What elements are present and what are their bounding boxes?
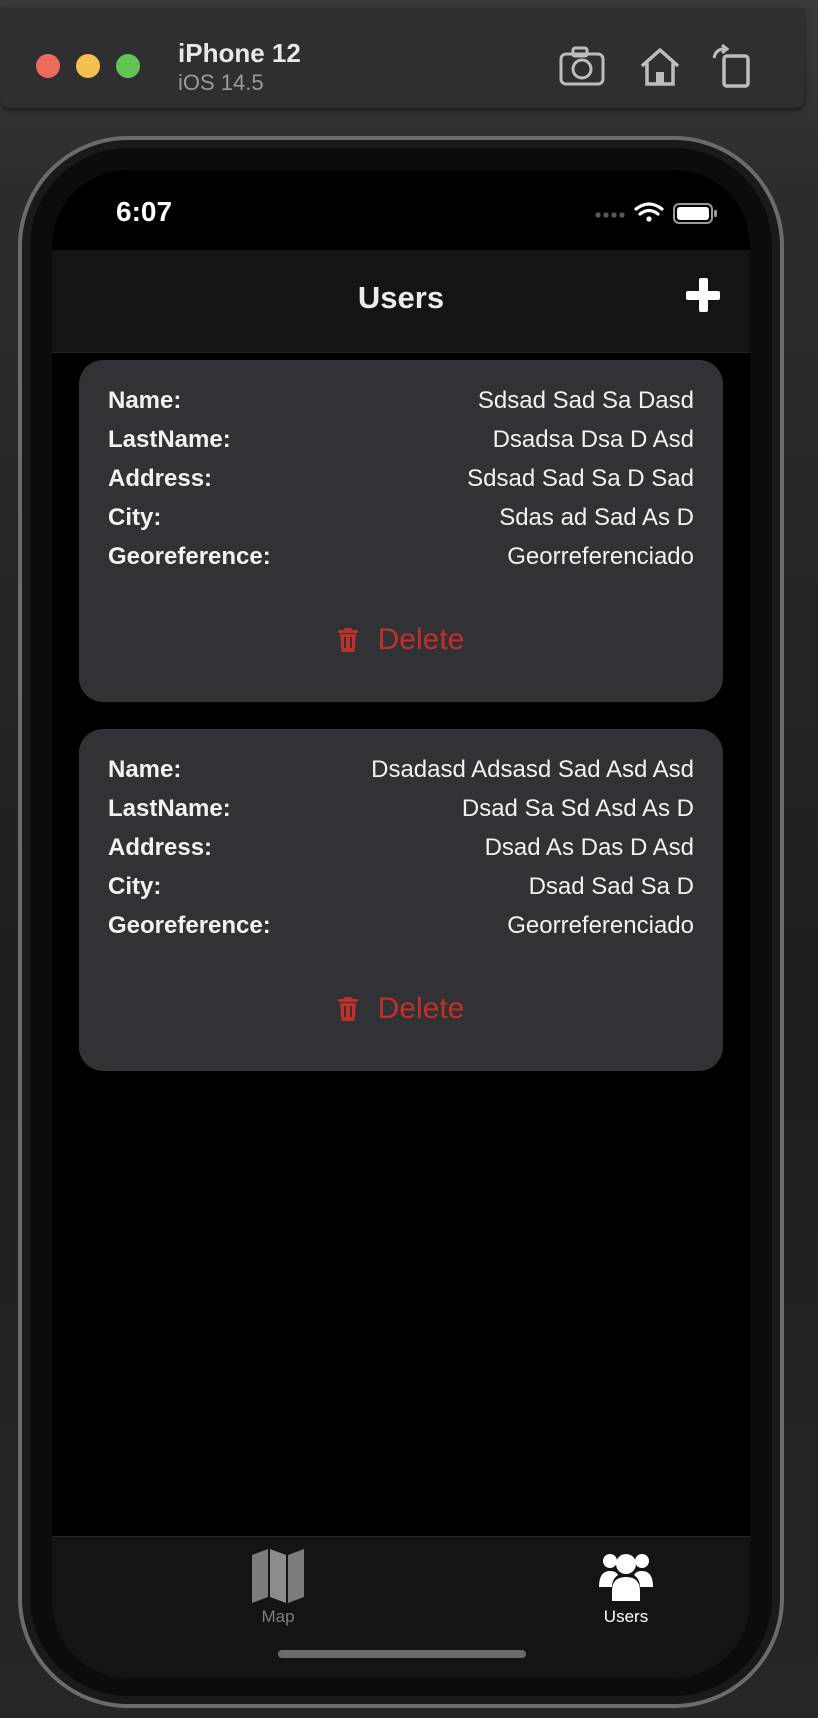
phone-screen: 6:07 Users Name: Sdsad Sad Sa Dasd LastN…: [52, 170, 750, 1678]
screenshot-button[interactable]: [558, 44, 606, 88]
close-window-button[interactable]: [36, 54, 60, 78]
delete-label: Delete: [377, 623, 465, 656]
city-label: City:: [108, 504, 162, 531]
camera-icon: [559, 46, 605, 86]
georeference-row: Georeference: Georreferenciado: [108, 909, 694, 943]
address-value: Dsad As Das D Asd: [484, 834, 694, 861]
lastname-value: Dsadsa Dsa D Asd: [492, 426, 694, 453]
navigation-bar: Users: [52, 250, 750, 353]
address-label: Address:: [108, 834, 213, 861]
delete-label: Delete: [377, 992, 465, 1025]
status-icons: [595, 202, 717, 224]
name-label: Name:: [108, 756, 182, 783]
trash-icon: [337, 628, 358, 652]
georeference-row: Georeference: Georreferenciado: [108, 540, 694, 574]
name-row: Name: Dsadasd Adsasd Sad Asd Asd: [108, 753, 694, 787]
georeference-label: Georeference:: [108, 912, 271, 939]
georeference-label: Georeference:: [108, 543, 271, 570]
minimize-window-button[interactable]: [76, 54, 100, 78]
home-indicator: [278, 1650, 526, 1658]
lastname-row: LastName: Dsadsa Dsa D Asd: [108, 423, 694, 457]
georeference-value: Georreferenciado: [507, 543, 694, 570]
user-card: Name: Dsadasd Adsasd Sad Asd Asd LastNam…: [79, 729, 723, 1071]
tab-users[interactable]: Users: [536, 1547, 716, 1633]
city-value: Sdas ad Sad As D: [499, 504, 694, 531]
city-label: City:: [108, 873, 162, 900]
signal-dots-icon: [595, 212, 625, 218]
city-value: Dsad Sad Sa D: [528, 873, 694, 900]
tab-map[interactable]: Map: [188, 1547, 368, 1633]
zoom-window-button[interactable]: [116, 54, 140, 78]
name-row: Name: Sdsad Sad Sa Dasd: [108, 384, 694, 418]
name-value: Dsadasd Adsasd Sad Asd Asd: [371, 756, 694, 783]
city-row: City: Sdas ad Sad As D: [108, 501, 694, 535]
battery-icon: [673, 203, 717, 224]
add-user-button[interactable]: [684, 276, 722, 314]
lastname-row: LastName: Dsad Sa Sd Asd As D: [108, 792, 694, 826]
tab-map-label: Map: [261, 1607, 295, 1626]
status-time: 6:07: [116, 196, 173, 227]
device-name: iPhone 12: [178, 38, 301, 68]
address-row: Address: Sdsad Sad Sa D Sad: [108, 462, 694, 496]
city-row: City: Dsad Sad Sa D: [108, 870, 694, 904]
rotate-icon: [712, 43, 750, 88]
map-icon: [252, 1549, 304, 1603]
address-label: Address:: [108, 465, 213, 492]
lastname-label: LastName:: [108, 795, 231, 822]
user-card: Name: Sdsad Sad Sa Dasd LastName: Dsadsa…: [79, 360, 723, 702]
user-list: Name: Sdsad Sad Sa Dasd LastName: Dsadsa…: [79, 360, 723, 1098]
rotate-button[interactable]: [708, 43, 756, 88]
page-title: Users: [357, 280, 445, 315]
tab-users-label: Users: [603, 1607, 649, 1626]
delete-button[interactable]: Delete: [79, 987, 723, 1031]
device-os-version: iOS 14.5: [178, 70, 264, 95]
notch: [212, 170, 590, 228]
address-value: Sdsad Sad Sa D Sad: [467, 465, 694, 492]
address-row: Address: Dsad As Das D Asd: [108, 831, 694, 865]
delete-button[interactable]: Delete: [79, 618, 723, 662]
home-button[interactable]: [636, 44, 684, 88]
georeference-value: Georreferenciado: [507, 912, 694, 939]
home-icon: [640, 48, 680, 86]
lastname-value: Dsad Sa Sd Asd As D: [461, 795, 694, 822]
wifi-icon: [634, 202, 664, 222]
trash-icon: [337, 997, 358, 1021]
simulator-titlebar: iPhone 12 iOS 14.5: [0, 8, 804, 108]
name-label: Name:: [108, 387, 182, 414]
users-icon: [599, 1554, 653, 1601]
lastname-label: LastName:: [108, 426, 231, 453]
name-value: Sdsad Sad Sa Dasd: [477, 387, 694, 414]
